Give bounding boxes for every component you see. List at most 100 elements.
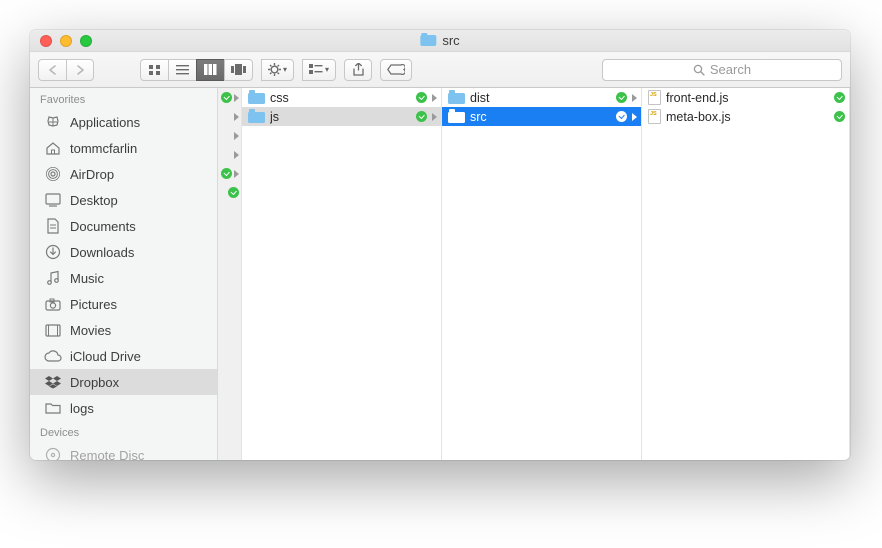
sidebar-item-label: Desktop bbox=[70, 193, 118, 208]
group-by-button[interactable]: ▾ bbox=[302, 59, 336, 81]
folder-row[interactable]: js bbox=[242, 107, 441, 126]
folder-icon bbox=[44, 402, 62, 414]
column-browser: css js dist bbox=[218, 88, 850, 460]
list-view-button[interactable] bbox=[168, 59, 196, 81]
sidebar-item-label: Downloads bbox=[70, 245, 134, 260]
folder-icon bbox=[248, 112, 265, 123]
arrange-group: ▾ bbox=[261, 59, 294, 81]
stub-row[interactable] bbox=[218, 183, 241, 202]
home-icon bbox=[44, 141, 62, 156]
close-button[interactable] bbox=[40, 35, 52, 47]
stub-row[interactable] bbox=[218, 107, 241, 126]
pictures-icon bbox=[44, 298, 62, 311]
stub-row[interactable] bbox=[218, 126, 241, 145]
sidebar-heading-favorites: Favorites bbox=[30, 88, 217, 109]
item-name: css bbox=[270, 91, 411, 105]
sync-icon bbox=[228, 187, 239, 198]
icon-view-button[interactable] bbox=[140, 59, 168, 81]
search-icon bbox=[693, 64, 705, 76]
view-group bbox=[140, 59, 253, 81]
airdrop-icon bbox=[44, 166, 62, 182]
window-body: Favorites Applications tommcfarlin AirDr… bbox=[30, 88, 850, 460]
folder-row[interactable]: css bbox=[242, 88, 441, 107]
stub-row[interactable] bbox=[218, 164, 241, 183]
folder-row[interactable]: dist bbox=[442, 88, 641, 107]
sidebar-item-applications[interactable]: Applications bbox=[30, 109, 217, 135]
sidebar-item-downloads[interactable]: Downloads bbox=[30, 239, 217, 265]
sidebar-item-airdrop[interactable]: AirDrop bbox=[30, 161, 217, 187]
chevron-right-icon bbox=[234, 151, 239, 159]
back-button[interactable] bbox=[38, 59, 66, 81]
sidebar-item-label: Documents bbox=[70, 219, 136, 234]
search-placeholder: Search bbox=[710, 62, 751, 77]
sync-icon bbox=[834, 92, 845, 103]
sidebar-item-label: logs bbox=[70, 401, 94, 416]
sidebar-item-home[interactable]: tommcfarlin bbox=[30, 135, 217, 161]
desktop-icon bbox=[44, 193, 62, 207]
search-field[interactable]: Search bbox=[602, 59, 842, 81]
chevron-right-icon bbox=[632, 113, 637, 121]
sidebar-item-label: Pictures bbox=[70, 297, 117, 312]
sync-icon bbox=[616, 92, 627, 103]
item-name: src bbox=[470, 110, 611, 124]
downloads-icon bbox=[44, 244, 62, 260]
js-file-icon bbox=[648, 90, 661, 105]
folder-icon bbox=[248, 93, 265, 104]
forward-button[interactable] bbox=[66, 59, 94, 81]
item-name: js bbox=[270, 110, 411, 124]
sidebar-heading-devices: Devices bbox=[30, 421, 217, 442]
movies-icon bbox=[44, 324, 62, 337]
share-button[interactable] bbox=[344, 59, 372, 81]
chevron-right-icon bbox=[234, 132, 239, 140]
sidebar-item-label: Music bbox=[70, 271, 104, 286]
minimize-button[interactable] bbox=[60, 35, 72, 47]
nav-group bbox=[38, 59, 94, 81]
column-view-button[interactable] bbox=[196, 59, 224, 81]
window-title-text: src bbox=[442, 33, 459, 48]
sidebar-item-icloud[interactable]: iCloud Drive bbox=[30, 343, 217, 369]
window-controls bbox=[30, 35, 92, 47]
coverflow-view-button[interactable] bbox=[224, 59, 253, 81]
sidebar-item-remote-disc[interactable]: Remote Disc bbox=[30, 442, 217, 460]
column-2: dist src bbox=[442, 88, 642, 460]
stub-row[interactable] bbox=[218, 88, 241, 107]
sidebar-item-label: Dropbox bbox=[70, 375, 119, 390]
sidebar-item-music[interactable]: Music bbox=[30, 265, 217, 291]
sync-icon bbox=[221, 168, 232, 179]
chevron-right-icon bbox=[632, 94, 637, 102]
sidebar-item-pictures[interactable]: Pictures bbox=[30, 291, 217, 317]
sidebar-item-logs[interactable]: logs bbox=[30, 395, 217, 421]
folder-row[interactable]: src bbox=[442, 107, 641, 126]
folder-icon bbox=[448, 93, 465, 104]
sync-icon bbox=[616, 111, 627, 122]
sync-icon bbox=[416, 92, 427, 103]
sidebar-item-label: iCloud Drive bbox=[70, 349, 141, 364]
sidebar-item-desktop[interactable]: Desktop bbox=[30, 187, 217, 213]
chevron-right-icon bbox=[234, 94, 239, 102]
sidebar-item-label: AirDrop bbox=[70, 167, 114, 182]
action-button[interactable]: ▾ bbox=[261, 59, 294, 81]
chevron-down-icon: ▾ bbox=[283, 65, 287, 74]
chevron-down-icon: ▾ bbox=[325, 65, 329, 74]
finder-window: src bbox=[30, 30, 850, 460]
item-name: dist bbox=[470, 91, 611, 105]
file-row[interactable]: meta-box.js bbox=[642, 107, 849, 126]
icloud-icon bbox=[44, 350, 62, 362]
file-row[interactable]: front-end.js bbox=[642, 88, 849, 107]
sidebar-item-dropbox[interactable]: Dropbox bbox=[30, 369, 217, 395]
documents-icon bbox=[44, 218, 62, 234]
sidebar-item-movies[interactable]: Movies bbox=[30, 317, 217, 343]
zoom-button[interactable] bbox=[80, 35, 92, 47]
sync-icon bbox=[834, 111, 845, 122]
column-stub bbox=[218, 88, 242, 460]
sidebar: Favorites Applications tommcfarlin AirDr… bbox=[30, 88, 218, 460]
tags-button[interactable] bbox=[380, 59, 412, 81]
chevron-right-icon bbox=[234, 170, 239, 178]
toolbar: ▾ ▾ Search bbox=[30, 52, 850, 88]
sidebar-item-label: tommcfarlin bbox=[70, 141, 137, 156]
applications-icon bbox=[44, 114, 62, 130]
sidebar-item-documents[interactable]: Documents bbox=[30, 213, 217, 239]
js-file-icon bbox=[648, 109, 661, 124]
stub-row[interactable] bbox=[218, 145, 241, 164]
chevron-right-icon bbox=[432, 113, 437, 121]
